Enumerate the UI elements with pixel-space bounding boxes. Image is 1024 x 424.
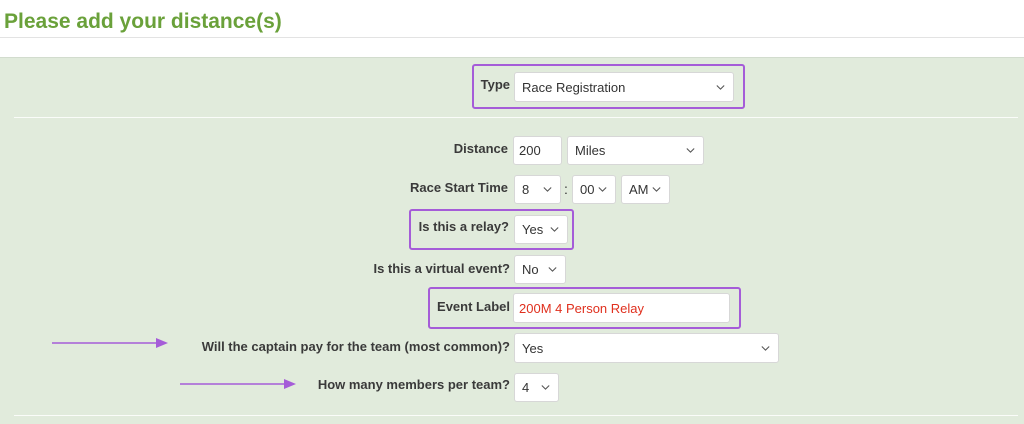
virtual-event-select[interactable]: No	[514, 255, 566, 284]
chevron-down-icon	[548, 265, 557, 274]
relay-highlight-box	[409, 209, 574, 250]
captain-pay-value: Yes	[522, 340, 544, 356]
event-label-highlight-box	[428, 287, 741, 329]
members-per-team-select[interactable]: 4	[514, 373, 559, 402]
title-divider	[0, 37, 1024, 38]
start-minute-select[interactable]: 00	[572, 175, 616, 204]
chevron-down-icon	[686, 146, 695, 155]
race-start-time-label: Race Start Time	[409, 180, 508, 195]
members-per-team-value: 4	[522, 380, 530, 395]
chevron-down-icon	[543, 185, 552, 194]
virtual-event-value: No	[522, 262, 539, 277]
page-title: Please add your distance(s)	[4, 10, 282, 33]
chevron-down-icon	[598, 185, 607, 194]
start-hour-value: 8	[522, 182, 530, 197]
captain-pay-label: Will the captain pay for the team (most …	[201, 339, 510, 354]
start-minute-value: 00	[580, 182, 594, 197]
arrow-right-icon	[52, 336, 168, 348]
arrow-right-icon	[180, 377, 296, 389]
time-separator: :	[564, 181, 568, 197]
distance-input-value: 200	[519, 143, 541, 158]
start-ampm-value: AM	[629, 182, 648, 197]
distance-input[interactable]: 200	[513, 136, 562, 165]
chevron-down-icon	[652, 185, 661, 194]
start-hour-select[interactable]: 8	[514, 175, 561, 204]
section-divider-bottom	[14, 415, 1018, 416]
chevron-down-icon	[761, 344, 770, 353]
distance-unit-select[interactable]: Miles	[567, 136, 704, 165]
virtual-event-label: Is this a virtual event?	[373, 261, 510, 276]
start-ampm-select[interactable]: AM	[621, 175, 670, 204]
captain-pay-select[interactable]: Yes	[514, 333, 779, 363]
section-divider	[14, 117, 1018, 118]
members-per-team-label: How many members per team?	[317, 377, 510, 392]
type-highlight-box	[472, 64, 745, 109]
chevron-down-icon	[541, 383, 550, 392]
distance-label: Distance	[453, 141, 508, 156]
distance-unit-value: Miles	[575, 143, 606, 158]
